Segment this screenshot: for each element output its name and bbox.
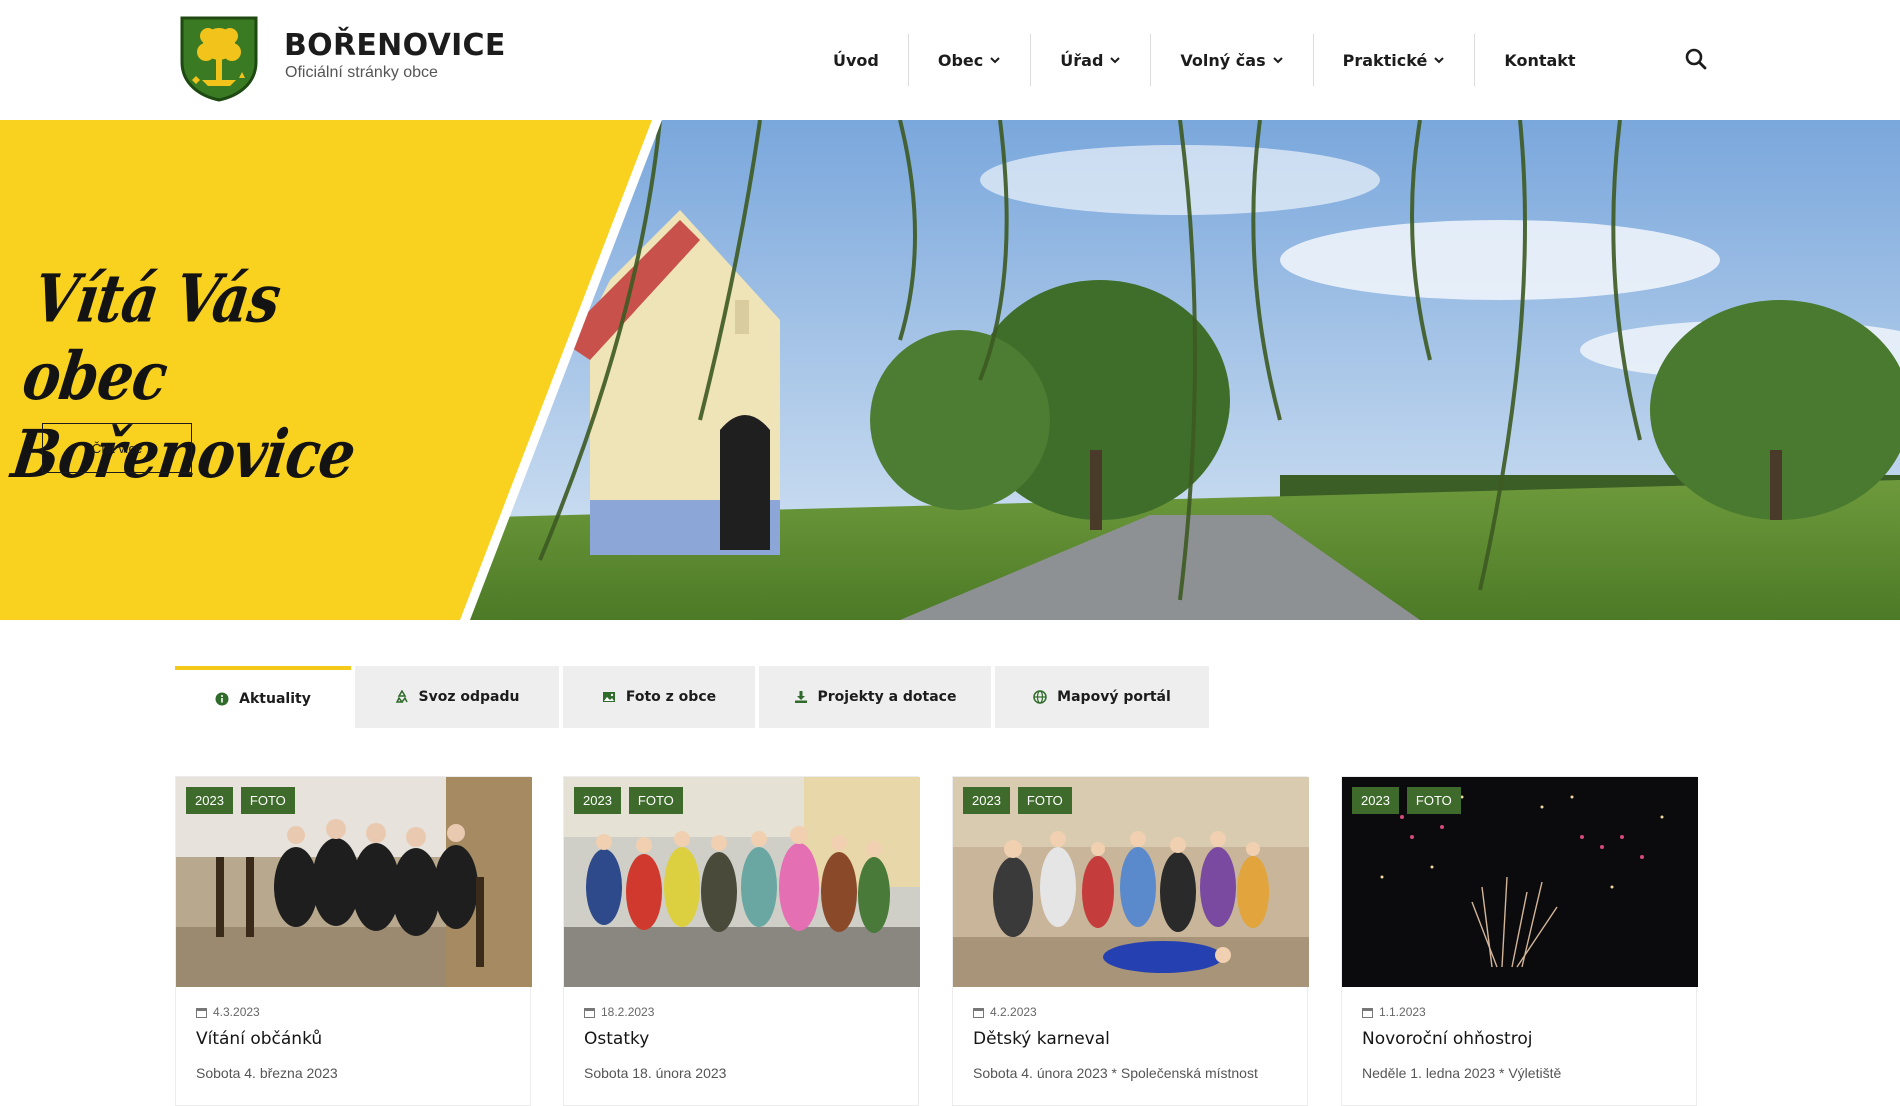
- chevron-down-icon: [1272, 57, 1283, 64]
- card-badges: 2023 FOTO: [574, 787, 691, 814]
- news-card[interactable]: 2023 FOTO 4.2.2023 Dětský karneval Sobot…: [952, 776, 1309, 1106]
- download-icon: [794, 691, 807, 703]
- calendar-icon: [1362, 1007, 1373, 1018]
- card-badges: 2023 FOTO: [1352, 787, 1469, 814]
- card-title[interactable]: Ostatky: [584, 1029, 649, 1049]
- card-date: 4.3.2023: [196, 1005, 260, 1019]
- card-date: 18.2.2023: [584, 1005, 654, 1019]
- news-card-photo[interactable]: 2023 FOTO: [176, 777, 532, 987]
- news-card-photo[interactable]: 2023 FOTO: [953, 777, 1309, 987]
- card-description: Sobota 4. února 2023 * Společenská místn…: [973, 1065, 1258, 1081]
- calendar-icon: [973, 1007, 984, 1018]
- chevron-down-icon: [990, 57, 1000, 64]
- foto-badge[interactable]: FOTO: [628, 787, 683, 814]
- tab-label: Projekty a dotace: [817, 689, 957, 705]
- year-badge[interactable]: 2023: [963, 787, 1010, 814]
- foto-badge[interactable]: FOTO: [1017, 787, 1072, 814]
- calendar-icon: [196, 1007, 207, 1018]
- nav-item-label: Obec: [937, 50, 984, 70]
- tab-label: Foto z obce: [625, 689, 717, 705]
- main-nav: Úvod Obec Úřad Volný čas Praktické Konta…: [804, 34, 1605, 86]
- card-title[interactable]: Vítání občánků: [196, 1029, 322, 1049]
- globe-icon: [1033, 690, 1047, 704]
- foto-badge[interactable]: FOTO: [240, 787, 295, 814]
- read-more-button[interactable]: Číst více: [42, 423, 192, 473]
- nav-item-uvod[interactable]: Úvod: [804, 34, 909, 86]
- nav-item-urad[interactable]: Úřad: [1031, 34, 1152, 86]
- site-header: BOŘENOVICE Oficiální stránky obce Úvod O…: [0, 0, 1900, 120]
- year-badge[interactable]: 2023: [574, 787, 621, 814]
- tab-aktuality[interactable]: Aktuality: [175, 666, 351, 728]
- nav-item-label: Úvod: [833, 50, 879, 70]
- image-icon: [602, 692, 615, 702]
- year-badge[interactable]: 2023: [1352, 787, 1399, 814]
- coat-of-arms-icon[interactable]: [178, 14, 260, 102]
- tab-projekty-a-dotace[interactable]: Projekty a dotace: [759, 666, 991, 728]
- search-icon[interactable]: [1683, 46, 1709, 72]
- calendar-icon: [584, 1007, 595, 1018]
- tab-label: Aktuality: [239, 691, 311, 707]
- nav-item-kontakt[interactable]: Kontakt: [1475, 34, 1604, 86]
- card-badges: 2023 FOTO: [963, 787, 1080, 814]
- nav-item-label: Kontakt: [1504, 50, 1576, 70]
- nav-item-prakticke[interactable]: Praktické: [1314, 34, 1476, 86]
- card-date-text: 1.1.2023: [1379, 1005, 1426, 1019]
- content-tabs: Aktuality Svoz odpadu Foto z obce Projek…: [175, 666, 1213, 728]
- news-cards: 2023 FOTO 4.3.2023 Vítání občánků Sobota…: [175, 776, 1698, 1106]
- tab-svoz-odpadu[interactable]: Svoz odpadu: [355, 666, 559, 728]
- year-badge[interactable]: 2023: [186, 787, 233, 814]
- nav-item-obec[interactable]: Obec: [909, 34, 1032, 86]
- chevron-down-icon: [1434, 57, 1445, 64]
- info-icon: [215, 692, 229, 706]
- card-title[interactable]: Novoroční ohňostroj: [1362, 1029, 1532, 1049]
- card-date: 1.1.2023: [1362, 1005, 1426, 1019]
- card-description: Sobota 18. února 2023: [584, 1065, 727, 1081]
- tab-mapovy-portal[interactable]: Mapový portál: [995, 666, 1209, 728]
- card-date-text: 18.2.2023: [601, 1005, 655, 1019]
- news-card[interactable]: 2023 FOTO 18.2.2023 Ostatky Sobota 18. ú…: [563, 776, 920, 1106]
- news-card-photo[interactable]: 2023 FOTO: [1342, 777, 1698, 987]
- news-card-photo[interactable]: 2023 FOTO: [564, 777, 920, 987]
- site-subtitle: Oficiální stránky obce: [285, 64, 438, 81]
- foto-badge[interactable]: FOTO: [1406, 787, 1461, 814]
- card-date: 4.2.2023: [973, 1005, 1037, 1019]
- card-description: Sobota 4. března 2023: [196, 1065, 338, 1081]
- recycle-icon: [395, 690, 408, 703]
- tab-label: Mapový portál: [1057, 689, 1171, 705]
- nav-item-label: Praktické: [1342, 50, 1428, 70]
- nav-item-volny-cas[interactable]: Volný čas: [1151, 34, 1314, 86]
- news-card[interactable]: 2023 FOTO 4.3.2023 Vítání občánků Sobota…: [175, 776, 532, 1106]
- card-date-text: 4.3.2023: [213, 1005, 260, 1019]
- tab-label: Svoz odpadu: [418, 689, 520, 705]
- card-description: Neděle 1. ledna 2023 * Výletiště: [1362, 1065, 1562, 1081]
- nav-item-label: Úřad: [1060, 50, 1104, 70]
- hero-banner: Vítá Vás obec Bořenovice Číst více: [0, 120, 1900, 620]
- card-title[interactable]: Dětský karneval: [973, 1029, 1110, 1049]
- card-date-text: 4.2.2023: [990, 1005, 1037, 1019]
- site-title[interactable]: BOŘENOVICE: [284, 28, 506, 63]
- nav-item-label: Volný čas: [1180, 50, 1266, 70]
- tab-foto-z-obce[interactable]: Foto z obce: [563, 666, 755, 728]
- card-badges: 2023 FOTO: [186, 787, 303, 814]
- chevron-down-icon: [1110, 57, 1121, 64]
- news-card[interactable]: 2023 FOTO 1.1.2023 Novoroční ohňostroj N…: [1341, 776, 1698, 1106]
